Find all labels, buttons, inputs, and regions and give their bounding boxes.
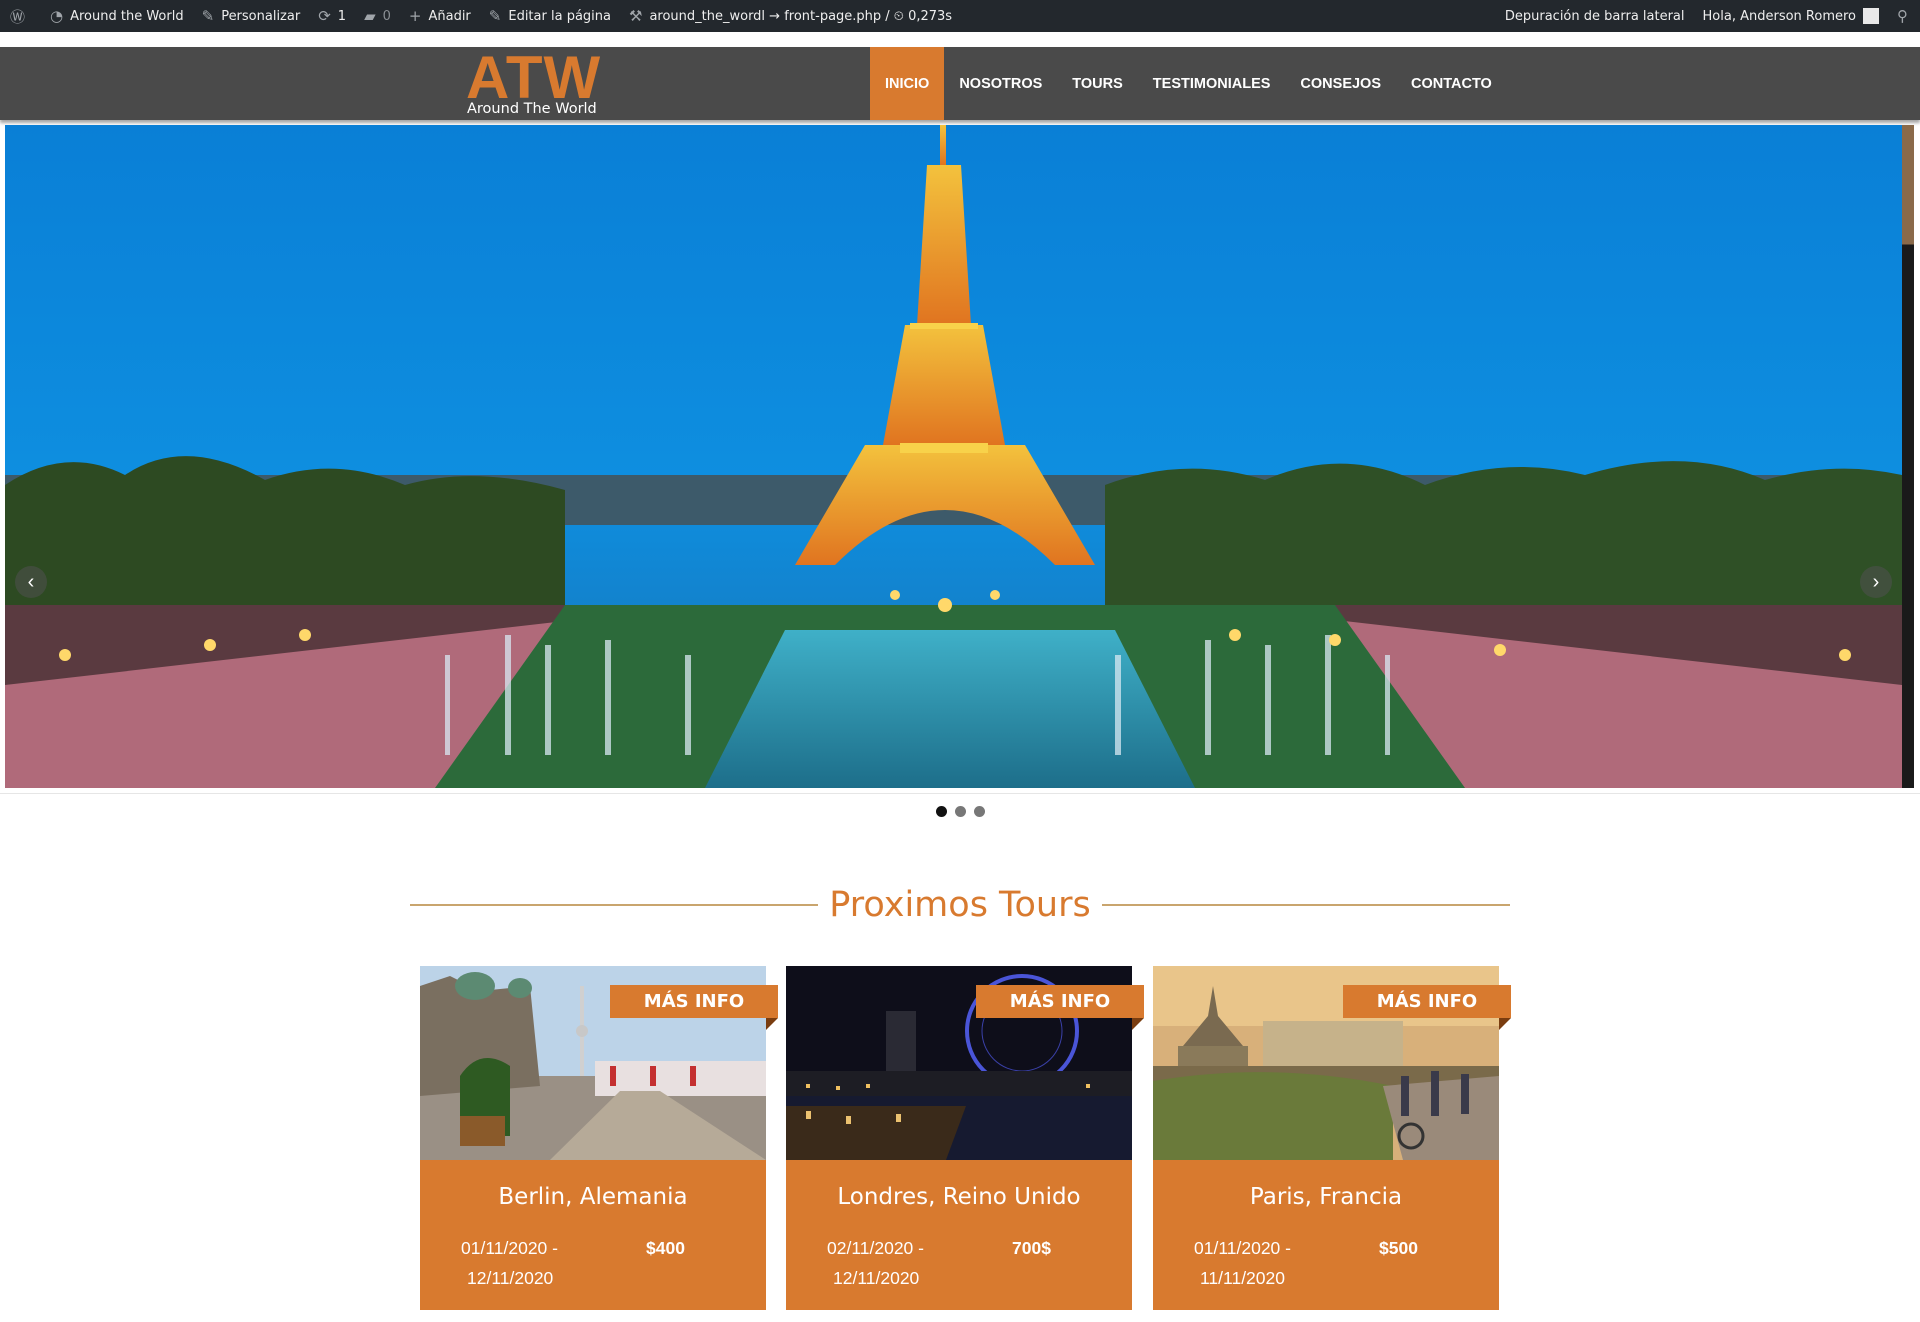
- site-logo[interactable]: ATW Around The World: [466, 44, 616, 120]
- main-nav: INICIO NOSOTROS TOURS TESTIMONIALES CONS…: [870, 47, 1507, 120]
- tour-card-body: Berlin, Alemania 01/11/2020 - 12/11/2020…: [420, 1160, 766, 1310]
- tour-date-start: 01/11/2020 -: [1194, 1238, 1291, 1258]
- nav-item-inicio[interactable]: INICIO: [870, 47, 945, 120]
- hammer-icon: ⚒: [628, 7, 643, 25]
- tour-card-berlin: MÁS INFO Berlin, Alemania 01/11/2020 - 1…: [420, 966, 778, 1310]
- admin-bar: Ⓦ ◔ Around the World ✎ Personalizar ⟳ 1 …: [0, 0, 1920, 32]
- updates-link[interactable]: ⟳ 1: [318, 0, 346, 32]
- tour-price: $400: [646, 1238, 685, 1258]
- search-icon: ⚲: [1897, 7, 1908, 25]
- more-info-button-paris[interactable]: MÁS INFO: [1343, 985, 1511, 1018]
- hero-slider: ‹ ›: [5, 125, 1902, 788]
- edit-page-link[interactable]: ✎ Editar la página: [489, 0, 611, 32]
- dashboard-icon: ◔: [50, 7, 64, 25]
- tour-card-body: Londres, Reino Unido 02/11/2020 - 12/11/…: [786, 1160, 1132, 1310]
- comment-icon: ▰: [364, 7, 376, 25]
- refresh-icon: ⟳: [318, 7, 331, 25]
- updates-count: 1: [337, 8, 347, 24]
- nav-item-consejos[interactable]: CONSEJOS: [1285, 47, 1396, 120]
- tour-price: $500: [1379, 1238, 1418, 1258]
- upcoming-tours-header: Proximos Tours: [410, 878, 1510, 932]
- wordpress-logo-button[interactable]: Ⓦ: [10, 0, 32, 32]
- section-title: Proximos Tours: [829, 885, 1091, 925]
- new-content-link[interactable]: + Añadir: [409, 0, 471, 32]
- debug-sidebar-link[interactable]: Depuración de barra lateral: [1505, 0, 1685, 32]
- nav-item-testimoniales[interactable]: TESTIMONIALES: [1138, 47, 1286, 120]
- tour-card-paris: MÁS INFO Paris, Francia 01/11/2020 - 11/…: [1153, 966, 1511, 1310]
- avatar: [1863, 8, 1879, 24]
- admin-search-button[interactable]: ⚲: [1897, 0, 1908, 32]
- tour-card-londres: MÁS INFO Londres, Reino Unido 02/11/2020…: [786, 966, 1144, 1310]
- customize-label: Personalizar: [221, 8, 301, 24]
- more-info-button-londres[interactable]: MÁS INFO: [976, 985, 1144, 1018]
- account-greeting: Hola, Anderson Romero: [1702, 8, 1856, 24]
- tour-date-start: 02/11/2020 -: [827, 1238, 924, 1258]
- tour-date-end: 11/11/2020: [1200, 1268, 1285, 1288]
- tour-date-end: 12/11/2020: [467, 1268, 554, 1288]
- slider-pagination: [0, 806, 1920, 817]
- comments-count: 0: [382, 8, 391, 24]
- chevron-right-icon: ›: [1872, 571, 1880, 593]
- site-name-label: Around the World: [70, 8, 184, 24]
- nav-item-nosotros[interactable]: NOSOTROS: [944, 47, 1057, 120]
- ribbon-fold: [1499, 1018, 1511, 1030]
- chevron-left-icon: ‹: [27, 571, 35, 593]
- comments-link[interactable]: ▰ 0: [364, 0, 391, 32]
- edit-page-label: Editar la página: [508, 8, 611, 24]
- tour-title: Londres, Reino Unido: [837, 1184, 1081, 1210]
- nav-item-contacto[interactable]: CONTACTO: [1396, 47, 1507, 120]
- nav-item-tours[interactable]: TOURS: [1057, 47, 1138, 120]
- ribbon-fold: [1132, 1018, 1144, 1030]
- next-slide-peek: [1902, 125, 1914, 788]
- tour-price: 700$: [1012, 1238, 1051, 1258]
- slider-dot-2[interactable]: [954, 806, 966, 817]
- customize-link[interactable]: ✎ Personalizar: [202, 0, 301, 32]
- slider-prev-button[interactable]: ‹: [15, 566, 47, 598]
- slider-dot-3[interactable]: [973, 806, 985, 817]
- debug-sidebar-label: Depuración de barra lateral: [1504, 8, 1685, 24]
- brush-icon: ✎: [201, 7, 215, 25]
- site-header: ATW Around The World INICIO NOSOTROS TOU…: [0, 44, 1920, 120]
- new-content-label: Añadir: [428, 8, 471, 24]
- plus-icon: +: [408, 7, 422, 25]
- tour-title: Berlin, Alemania: [498, 1184, 688, 1210]
- tour-date-start: 01/11/2020 -: [461, 1238, 558, 1258]
- tour-card-body: Paris, Francia 01/11/2020 - 11/11/2020 $…: [1153, 1160, 1499, 1310]
- eiffel-tower-slide-image: [5, 125, 1902, 788]
- logo-tagline: Around The World: [467, 101, 597, 117]
- ribbon-fold: [766, 1018, 778, 1030]
- wordpress-icon: Ⓦ: [10, 7, 26, 26]
- slider-divider: [0, 793, 1920, 794]
- site-name-link[interactable]: ◔ Around the World: [50, 0, 184, 32]
- tour-date-end: 12/11/2020: [833, 1268, 920, 1288]
- slider-dot-1[interactable]: [935, 806, 947, 817]
- template-info-label: around_the_wordl → front-page.php / ⏲ 0,…: [649, 8, 953, 24]
- tour-title: Paris, Francia: [1249, 1184, 1403, 1210]
- template-info-link[interactable]: ⚒ around_the_wordl → front-page.php / ⏲ …: [629, 0, 952, 32]
- account-link[interactable]: Hola, Anderson Romero: [1703, 0, 1879, 32]
- slider-next-button[interactable]: ›: [1860, 566, 1892, 598]
- pencil-icon: ✎: [488, 7, 502, 25]
- more-info-button-berlin[interactable]: MÁS INFO: [610, 985, 778, 1018]
